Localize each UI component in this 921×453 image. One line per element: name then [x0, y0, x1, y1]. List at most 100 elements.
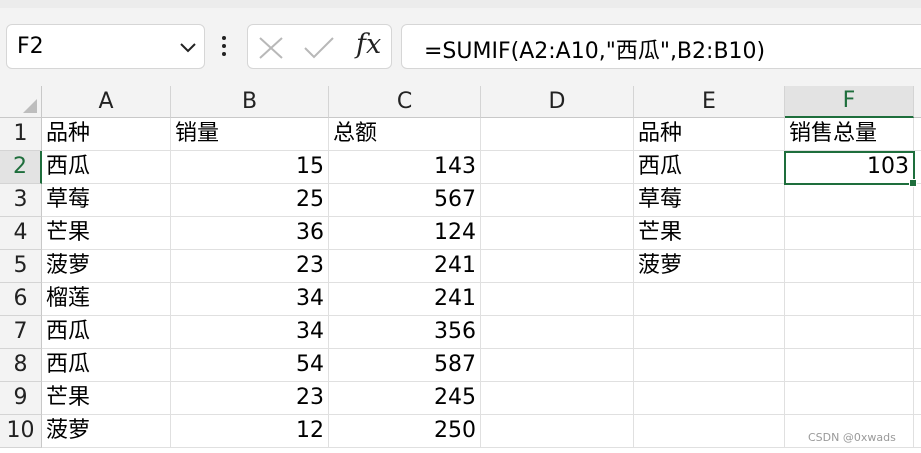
cell-e1[interactable]: 品种	[634, 118, 785, 151]
cell-a10[interactable]: 菠萝	[42, 415, 171, 448]
cell-d10[interactable]	[481, 415, 634, 448]
cell-a3[interactable]: 草莓	[42, 184, 171, 217]
cell-a4[interactable]: 芒果	[42, 217, 171, 250]
cell-d9[interactable]	[481, 382, 634, 415]
cell-b2[interactable]: 15	[171, 151, 329, 184]
cell-a9[interactable]: 芒果	[42, 382, 171, 415]
formula-buttons: fx	[247, 24, 392, 69]
cell-c8[interactable]: 587	[329, 349, 481, 382]
cell-g10[interactable]	[914, 415, 921, 448]
cell-f7[interactable]	[785, 316, 914, 349]
active-cell-selection[interactable]	[784, 151, 917, 187]
cell-f9[interactable]	[785, 382, 914, 415]
column-header-d[interactable]: D	[481, 86, 634, 118]
formula-bar-area: F2 fx =SUMIF(A2:A10,"西瓜",B2:B10)	[0, 0, 921, 86]
cell-a5[interactable]: 菠萝	[42, 250, 171, 283]
cell-g7[interactable]	[914, 316, 921, 349]
cell-g4[interactable]	[914, 217, 921, 250]
cell-a8[interactable]: 西瓜	[42, 349, 171, 382]
row-header-3[interactable]: 3	[0, 184, 42, 217]
row-header-4[interactable]: 4	[0, 217, 42, 250]
cell-c1[interactable]: 总额	[329, 118, 481, 151]
cell-g6[interactable]	[914, 283, 921, 316]
cell-d7[interactable]	[481, 316, 634, 349]
cell-e10[interactable]	[634, 415, 785, 448]
cell-c2[interactable]: 143	[329, 151, 481, 184]
cell-f6[interactable]	[785, 283, 914, 316]
cell-d8[interactable]	[481, 349, 634, 382]
column-header-e[interactable]: E	[634, 86, 785, 118]
cell-d5[interactable]	[481, 250, 634, 283]
cell-b3[interactable]: 25	[171, 184, 329, 217]
cell-a1[interactable]: 品种	[42, 118, 171, 151]
cell-g9[interactable]	[914, 382, 921, 415]
cell-c7[interactable]: 356	[329, 316, 481, 349]
name-box[interactable]: F2	[6, 24, 205, 69]
cell-e6[interactable]	[634, 283, 785, 316]
cell-c5[interactable]: 241	[329, 250, 481, 283]
cell-c4[interactable]: 124	[329, 217, 481, 250]
cell-g8[interactable]	[914, 349, 921, 382]
cell-f8[interactable]	[785, 349, 914, 382]
cell-d4[interactable]	[481, 217, 634, 250]
cell-c10[interactable]: 250	[329, 415, 481, 448]
column-header-f[interactable]: F	[785, 86, 914, 118]
cell-b1[interactable]: 销量	[171, 118, 329, 151]
cell-b6[interactable]: 34	[171, 283, 329, 316]
cell-b8[interactable]: 54	[171, 349, 329, 382]
confirm-icon[interactable]	[303, 36, 335, 64]
cell-e3[interactable]: 草莓	[634, 184, 785, 217]
column-header-c[interactable]: C	[329, 86, 481, 118]
row-header-1[interactable]: 1	[0, 118, 42, 151]
cell-c6[interactable]: 241	[329, 283, 481, 316]
cell-c9[interactable]: 245	[329, 382, 481, 415]
more-options-icon[interactable]	[222, 36, 226, 60]
cell-f1[interactable]: 销售总量	[785, 118, 914, 151]
cell-a6[interactable]: 榴莲	[42, 283, 171, 316]
chevron-down-icon[interactable]	[179, 39, 197, 58]
cell-b9[interactable]: 23	[171, 382, 329, 415]
row-header-8[interactable]: 8	[0, 349, 42, 382]
cell-g3[interactable]	[914, 184, 921, 217]
cell-e2[interactable]: 西瓜	[634, 151, 785, 184]
column-header-b[interactable]: B	[171, 86, 329, 118]
column-header-a[interactable]: A	[42, 86, 171, 118]
formula-text: =SUMIF(A2:A10,"西瓜",B2:B10)	[424, 39, 766, 64]
row-header-10[interactable]: 10	[0, 415, 42, 448]
cell-e9[interactable]	[634, 382, 785, 415]
cell-b4[interactable]: 36	[171, 217, 329, 250]
watermark: CSDN @0xwads	[808, 431, 896, 444]
cell-b5[interactable]: 23	[171, 250, 329, 283]
cell-f3[interactable]	[785, 184, 914, 217]
cell-d6[interactable]	[481, 283, 634, 316]
cell-a7[interactable]: 西瓜	[42, 316, 171, 349]
cancel-icon[interactable]	[258, 36, 284, 64]
cell-e5[interactable]: 菠萝	[634, 250, 785, 283]
cell-c3[interactable]: 567	[329, 184, 481, 217]
row-header-6[interactable]: 6	[0, 283, 42, 316]
insert-function-button[interactable]: fx	[356, 29, 381, 60]
name-box-value: F2	[17, 34, 44, 59]
cell-e8[interactable]	[634, 349, 785, 382]
fill-handle[interactable]	[909, 179, 917, 187]
cell-d3[interactable]	[481, 184, 634, 217]
row-header-5[interactable]: 5	[0, 250, 42, 283]
cell-e7[interactable]	[634, 316, 785, 349]
cell-d1[interactable]	[481, 118, 634, 151]
cell-d2[interactable]	[481, 151, 634, 184]
cell-b7[interactable]: 34	[171, 316, 329, 349]
cell-b10[interactable]: 12	[171, 415, 329, 448]
ribbon-edge	[0, 0, 921, 8]
formula-input[interactable]: =SUMIF(A2:A10,"西瓜",B2:B10)	[401, 24, 921, 69]
cell-e4[interactable]: 芒果	[634, 217, 785, 250]
column-header-g[interactable]	[914, 86, 921, 118]
row-header-2[interactable]: 2	[0, 151, 42, 184]
cell-a2[interactable]: 西瓜	[42, 151, 171, 184]
cell-g5[interactable]	[914, 250, 921, 283]
cell-f4[interactable]	[785, 217, 914, 250]
row-header-7[interactable]: 7	[0, 316, 42, 349]
cell-f5[interactable]	[785, 250, 914, 283]
row-header-9[interactable]: 9	[0, 382, 42, 415]
cell-g1[interactable]	[914, 118, 921, 151]
select-all-button[interactable]	[0, 86, 42, 118]
